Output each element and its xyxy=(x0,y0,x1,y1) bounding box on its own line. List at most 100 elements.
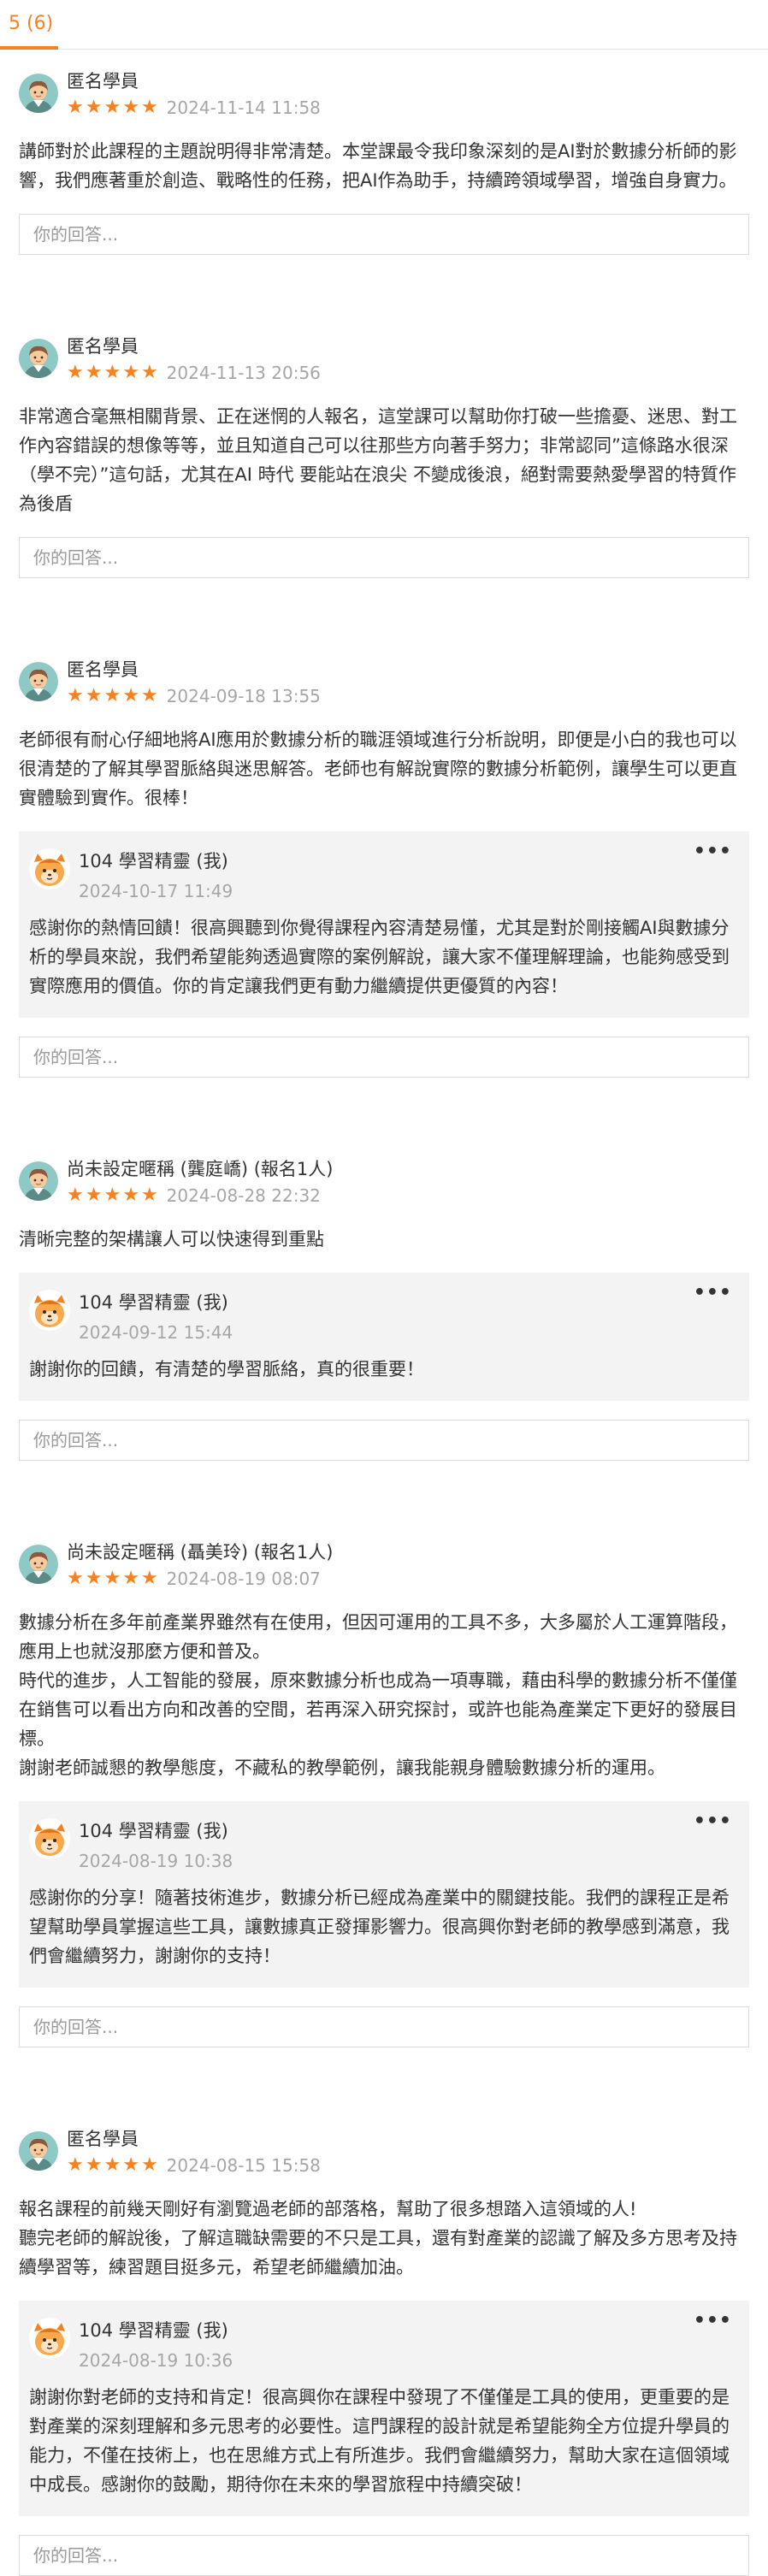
reply-input[interactable] xyxy=(19,1037,749,1078)
star-icon: ★ xyxy=(67,1568,84,1589)
star-icon: ★ xyxy=(140,685,158,706)
review-item: 匿名學員 ★ ★ ★ ★ ★ 2024-08-15 15:58 報名課程的前幾天剛好有瀏… xyxy=(19,2107,749,2576)
tab-5-stars[interactable]: 5 (6) xyxy=(0,0,58,50)
review-header: 匿名學員 ★ ★ ★ ★ ★ 2024-09-18 13:55 xyxy=(19,657,749,706)
star-icon: ★ xyxy=(103,362,121,383)
review-header: 匿名學員 ★ ★ ★ ★ ★ 2024-08-15 15:58 xyxy=(19,2126,749,2176)
reply-header: 104 學習精靈 (我) 2024-10-17 11:49 xyxy=(29,848,736,901)
star-rating: ★ ★ ★ ★ ★ xyxy=(67,1185,158,1206)
more-options-icon[interactable]: ••• xyxy=(694,1812,732,1831)
reply-date: 2024-08-19 10:36 xyxy=(79,2350,233,2371)
review-author: 匿名學員 xyxy=(67,336,139,357)
instructor-reply: ••• 104 學習精靈 (我) 2024-08-19 10 xyxy=(19,1801,749,1988)
star-icon: ★ xyxy=(140,2154,158,2176)
review-text: 講師對於此課程的主題說明得非常清楚。本堂課最令我印象深刻的是AI對於數據分析師的… xyxy=(19,141,737,191)
review-date: 2024-08-15 15:58 xyxy=(166,2155,321,2176)
anonymous-avatar-icon xyxy=(19,2131,58,2171)
star-icon: ★ xyxy=(140,362,158,383)
review-header: 尚未設定暱稱 (聶美玲) (報名1人) ★ ★ ★ ★ ★ 2024-08-19 08:… xyxy=(19,1539,749,1589)
review-text: 非常適合毫無相關背景、正在迷惘的人報名，這堂課可以幫助你打破一些擔憂、迷思、對工… xyxy=(19,406,737,514)
star-icon: ★ xyxy=(85,97,103,118)
review-item: 尚未設定暱稱 (龔庭嶠) (報名1人) ★ ★ ★ ★ ★ 2024-08-28 22:… xyxy=(19,1137,749,1461)
review-meta: ★ ★ ★ ★ ★ 2024-08-15 15:58 xyxy=(67,2155,321,2177)
star-icon: ★ xyxy=(85,362,103,383)
star-icon: ★ xyxy=(103,97,121,118)
star-icon: ★ xyxy=(103,1185,121,1206)
review-author: 匿名學員 xyxy=(67,71,139,92)
page: 5 (6) 匿名學員 ★ ★ ★ ★ ★ 2024-11-14 11:58 講師… xyxy=(0,0,768,2576)
star-icon: ★ xyxy=(122,2154,139,2176)
review-date: 2024-09-18 13:55 xyxy=(166,686,321,706)
star-icon: ★ xyxy=(103,685,121,706)
reply-author: 104 學習精靈 (我) xyxy=(79,2320,228,2341)
reply-author: 104 學習精靈 (我) xyxy=(79,851,228,871)
star-icon: ★ xyxy=(67,685,84,706)
review-item: 尚未設定暱稱 (聶美玲) (報名1人) ★ ★ ★ ★ ★ 2024-08-19 08:… xyxy=(19,1521,749,2047)
star-icon: ★ xyxy=(85,2154,103,2176)
star-icon: ★ xyxy=(122,362,139,383)
reply-header: 104 學習精靈 (我) 2024-08-19 10:38 xyxy=(29,1818,736,1871)
star-icon: ★ xyxy=(67,97,84,118)
reply-input[interactable] xyxy=(19,537,749,578)
anonymous-avatar-icon xyxy=(19,1161,58,1201)
reply-text: 感謝你的分享！隨著技術進步，數據分析已經成為產業中的關鍵技能。我們的課程正是希望… xyxy=(29,1888,730,1966)
reply-header: 104 學習精靈 (我) 2024-09-12 15:44 xyxy=(29,1290,736,1343)
review-item: 匿名學員 ★ ★ ★ ★ ★ 2024-11-14 11:58 講師對於此課程的主題說明… xyxy=(19,50,749,255)
review-date: 2024-08-28 22:32 xyxy=(166,1185,321,1206)
review-text: 報名課程的前幾天剛好有瀏覽過老師的部落格，幫助了很多想踏入這領域的人! 聽完老師… xyxy=(19,2199,737,2278)
review-list: 匿名學員 ★ ★ ★ ★ ★ 2024-11-14 11:58 講師對於此課程的主題說明… xyxy=(0,50,768,2576)
star-icon: ★ xyxy=(67,2154,84,2176)
reply-date: 2024-09-12 15:44 xyxy=(79,1322,233,1343)
review-meta: ★ ★ ★ ★ ★ 2024-08-28 22:32 xyxy=(67,1185,333,1207)
star-icon: ★ xyxy=(85,685,103,706)
reply-input[interactable] xyxy=(19,2006,749,2047)
reply-header: 104 學習精靈 (我) 2024-08-19 10:36 xyxy=(29,2318,736,2371)
star-icon: ★ xyxy=(122,1185,139,1206)
star-icon: ★ xyxy=(140,1568,158,1589)
reply-input[interactable] xyxy=(19,214,749,255)
review-meta: ★ ★ ★ ★ ★ 2024-11-13 20:56 xyxy=(67,362,321,384)
reply-author: 104 學習精靈 (我) xyxy=(79,1292,228,1313)
anonymous-avatar-icon xyxy=(19,74,58,113)
review-author: 匿名學員 xyxy=(67,659,139,680)
more-options-icon[interactable]: ••• xyxy=(694,1284,732,1303)
star-icon: ★ xyxy=(67,362,84,383)
reply-date: 2024-10-17 11:49 xyxy=(79,881,233,901)
star-icon: ★ xyxy=(67,1185,84,1206)
review-date: 2024-11-13 20:56 xyxy=(166,363,321,383)
anonymous-avatar-icon xyxy=(19,662,58,701)
review-author: 尚未設定暱稱 (龔庭嶠) (報名1人) xyxy=(67,1159,334,1179)
star-rating: ★ ★ ★ ★ ★ xyxy=(67,686,158,706)
review-item: 匿名學員 ★ ★ ★ ★ ★ 2024-09-18 13:55 老師很有耐心仔細地將AI… xyxy=(19,638,749,1078)
star-rating: ★ ★ ★ ★ ★ xyxy=(67,2155,158,2176)
reply-input[interactable] xyxy=(19,1420,749,1461)
review-header: 匿名學員 ★ ★ ★ ★ ★ 2024-11-14 11:58 xyxy=(19,68,749,118)
star-icon: ★ xyxy=(85,1568,103,1589)
anonymous-avatar-icon xyxy=(19,339,58,378)
star-rating: ★ ★ ★ ★ ★ xyxy=(67,97,158,118)
review-header: 尚未設定暱稱 (龔庭嶠) (報名1人) ★ ★ ★ ★ ★ 2024-08-28 22:… xyxy=(19,1156,749,1206)
instructor-reply: ••• 104 學習精靈 (我) 2024-10-17 11:49 感謝你的熱情… xyxy=(19,831,749,1018)
review-text: 清晰完整的架構讓人可以快速得到重點 xyxy=(19,1229,324,1250)
star-rating: ★ ★ ★ ★ ★ xyxy=(67,1569,158,1589)
mascot-avatar-icon xyxy=(29,1818,70,1859)
review-meta: ★ ★ ★ ★ ★ 2024-09-18 13:55 xyxy=(67,686,321,707)
review-header: 匿名學員 ★ ★ ★ ★ ★ 2024-11-13 20:56 xyxy=(19,334,749,383)
star-icon: ★ xyxy=(122,1568,139,1589)
star-icon: ★ xyxy=(140,97,158,118)
star-icon: ★ xyxy=(122,685,139,706)
more-options-icon[interactable]: ••• xyxy=(694,842,732,861)
reply-text: 謝謝你對老師的支持和肯定！很高興你在課程中發現了不僅僅是工具的使用，更重要的是對… xyxy=(29,2387,730,2495)
star-icon: ★ xyxy=(140,1185,158,1206)
star-icon: ★ xyxy=(122,97,139,118)
more-options-icon[interactable]: ••• xyxy=(694,2312,732,2331)
review-author: 尚未設定暱稱 (聶美玲) (報名1人) xyxy=(67,1542,334,1563)
reply-text: 感謝你的熱情回饋！很高興聽到你覺得課程內容清楚易懂，尤其是對於剛接觸AI與數據分… xyxy=(29,918,730,996)
mascot-avatar-icon xyxy=(29,1290,70,1331)
mascot-avatar-icon xyxy=(29,848,70,889)
reply-input[interactable] xyxy=(19,2535,749,2576)
mascot-avatar-icon xyxy=(29,2318,70,2359)
review-author: 匿名學員 xyxy=(67,2129,139,2149)
anonymous-avatar-icon xyxy=(19,1545,58,1584)
star-icon: ★ xyxy=(103,1568,121,1589)
